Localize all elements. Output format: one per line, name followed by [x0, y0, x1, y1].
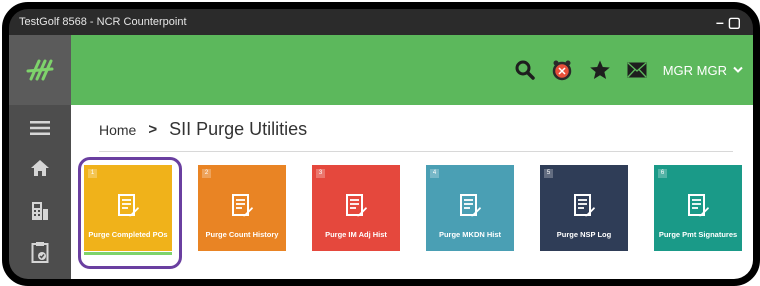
breadcrumb-divider — [99, 151, 733, 152]
tile-badge: 6 — [658, 169, 667, 178]
home-icon[interactable] — [9, 159, 71, 177]
window-title: TestGolf 8568 - NCR Counterpoint — [19, 16, 187, 28]
main-content: Home > SII Purge Utilities 1 Purge Compl… — [71, 105, 753, 279]
purge-tile-6[interactable]: 6 Purge Pmt Signatures — [654, 165, 742, 251]
breadcrumb-separator: > — [148, 121, 158, 138]
purge-tile-3[interactable]: 3 Purge IM Adj Hist — [312, 165, 400, 251]
clipboard-check-icon[interactable] — [9, 241, 71, 263]
window-controls[interactable]: –▢ — [716, 9, 745, 35]
page-title: SII Purge Utilities — [169, 119, 308, 139]
app-logo[interactable] — [9, 35, 71, 105]
tile-label: Purge Count History — [205, 230, 279, 239]
app-logo-icon — [26, 59, 54, 81]
alarm-clock-icon[interactable] — [551, 59, 573, 81]
tile-label: Purge MKDN Hist — [438, 230, 502, 239]
chevron-down-icon — [733, 66, 743, 73]
document-edit-icon — [460, 194, 481, 217]
breadcrumb: Home > SII Purge Utilities — [99, 119, 307, 140]
tile-label: Purge NSP Log — [556, 230, 612, 239]
tile-label: Purge Pmt Signatures — [658, 230, 738, 239]
app-window: TestGolf 8568 - NCR Counterpoint –▢ MGR … — [2, 2, 760, 286]
tile-label: Purge IM Adj Hist — [325, 230, 387, 239]
tile-badge: 5 — [544, 169, 553, 178]
hamburger-menu-icon[interactable] — [9, 121, 71, 135]
document-edit-icon — [118, 194, 139, 217]
mail-icon[interactable] — [627, 62, 647, 78]
tile-badge: 3 — [316, 169, 325, 178]
document-edit-icon — [232, 194, 253, 217]
tile-badge: 1 — [88, 169, 97, 178]
purge-tile-2[interactable]: 2 Purge Count History — [198, 165, 286, 251]
tile-badge: 4 — [430, 169, 439, 178]
purge-tile-5[interactable]: 5 Purge NSP Log — [540, 165, 628, 251]
user-name: MGR MGR — [662, 62, 727, 78]
search-icon[interactable] — [515, 60, 535, 80]
purge-tile-4[interactable]: 4 Purge MKDN Hist — [426, 165, 514, 251]
breadcrumb-home[interactable]: Home — [99, 122, 136, 138]
tile-grid: 1 Purge Completed POs 2 Purge Count Hist… — [84, 165, 742, 255]
document-edit-icon — [688, 194, 709, 217]
tile-label: Purge Completed POs — [88, 230, 168, 239]
star-icon[interactable] — [589, 59, 611, 81]
top-bar: MGR MGR — [71, 35, 753, 105]
tile-badge: 2 — [202, 169, 211, 178]
window-titlebar: TestGolf 8568 - NCR Counterpoint –▢ — [9, 9, 753, 35]
active-tile-underline — [84, 252, 172, 255]
document-edit-icon — [574, 194, 595, 217]
register-icon[interactable] — [9, 201, 71, 221]
user-menu[interactable]: MGR MGR — [663, 63, 743, 78]
document-edit-icon — [346, 194, 367, 217]
sidebar — [9, 35, 71, 279]
purge-tile-1[interactable]: 1 Purge Completed POs — [84, 165, 172, 255]
